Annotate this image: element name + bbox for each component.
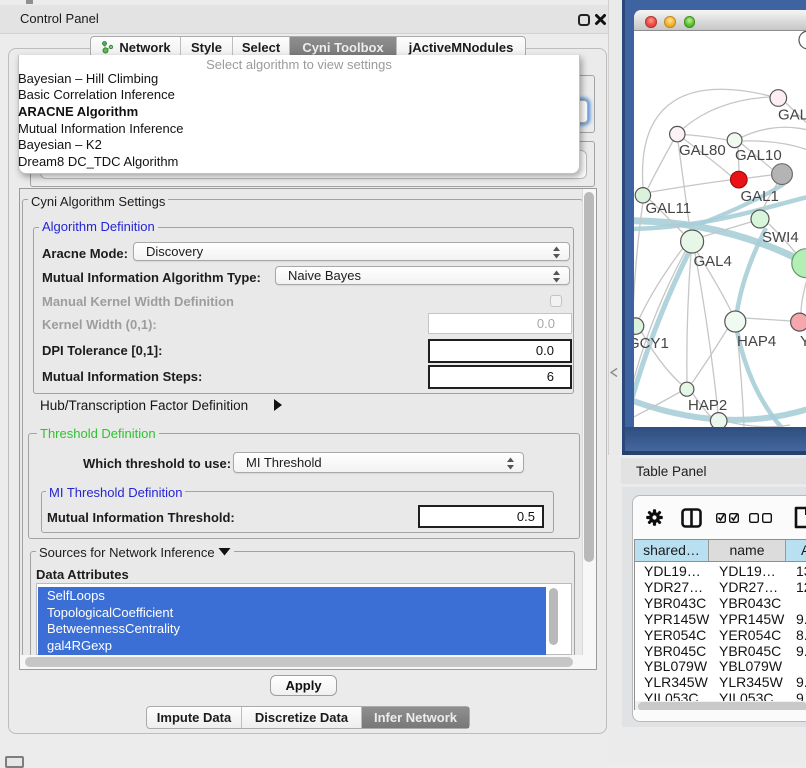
svg-text:GAL1: GAL1	[741, 188, 779, 205]
svg-text:HAP4: HAP4	[737, 333, 776, 350]
svg-text:YEL0: YEL0	[800, 333, 806, 350]
svg-text:GAL80: GAL80	[679, 142, 726, 159]
svg-text:GAL4: GAL4	[694, 253, 732, 270]
svg-text:GAL10: GAL10	[735, 147, 782, 164]
svg-text:GAL7: GAL7	[778, 107, 806, 124]
svg-text:GAL11: GAL11	[646, 200, 692, 217]
svg-text:HAP2: HAP2	[688, 397, 727, 414]
svg-text:SWI4: SWI4	[762, 229, 799, 246]
svg-text:GCY1: GCY1	[634, 335, 669, 352]
